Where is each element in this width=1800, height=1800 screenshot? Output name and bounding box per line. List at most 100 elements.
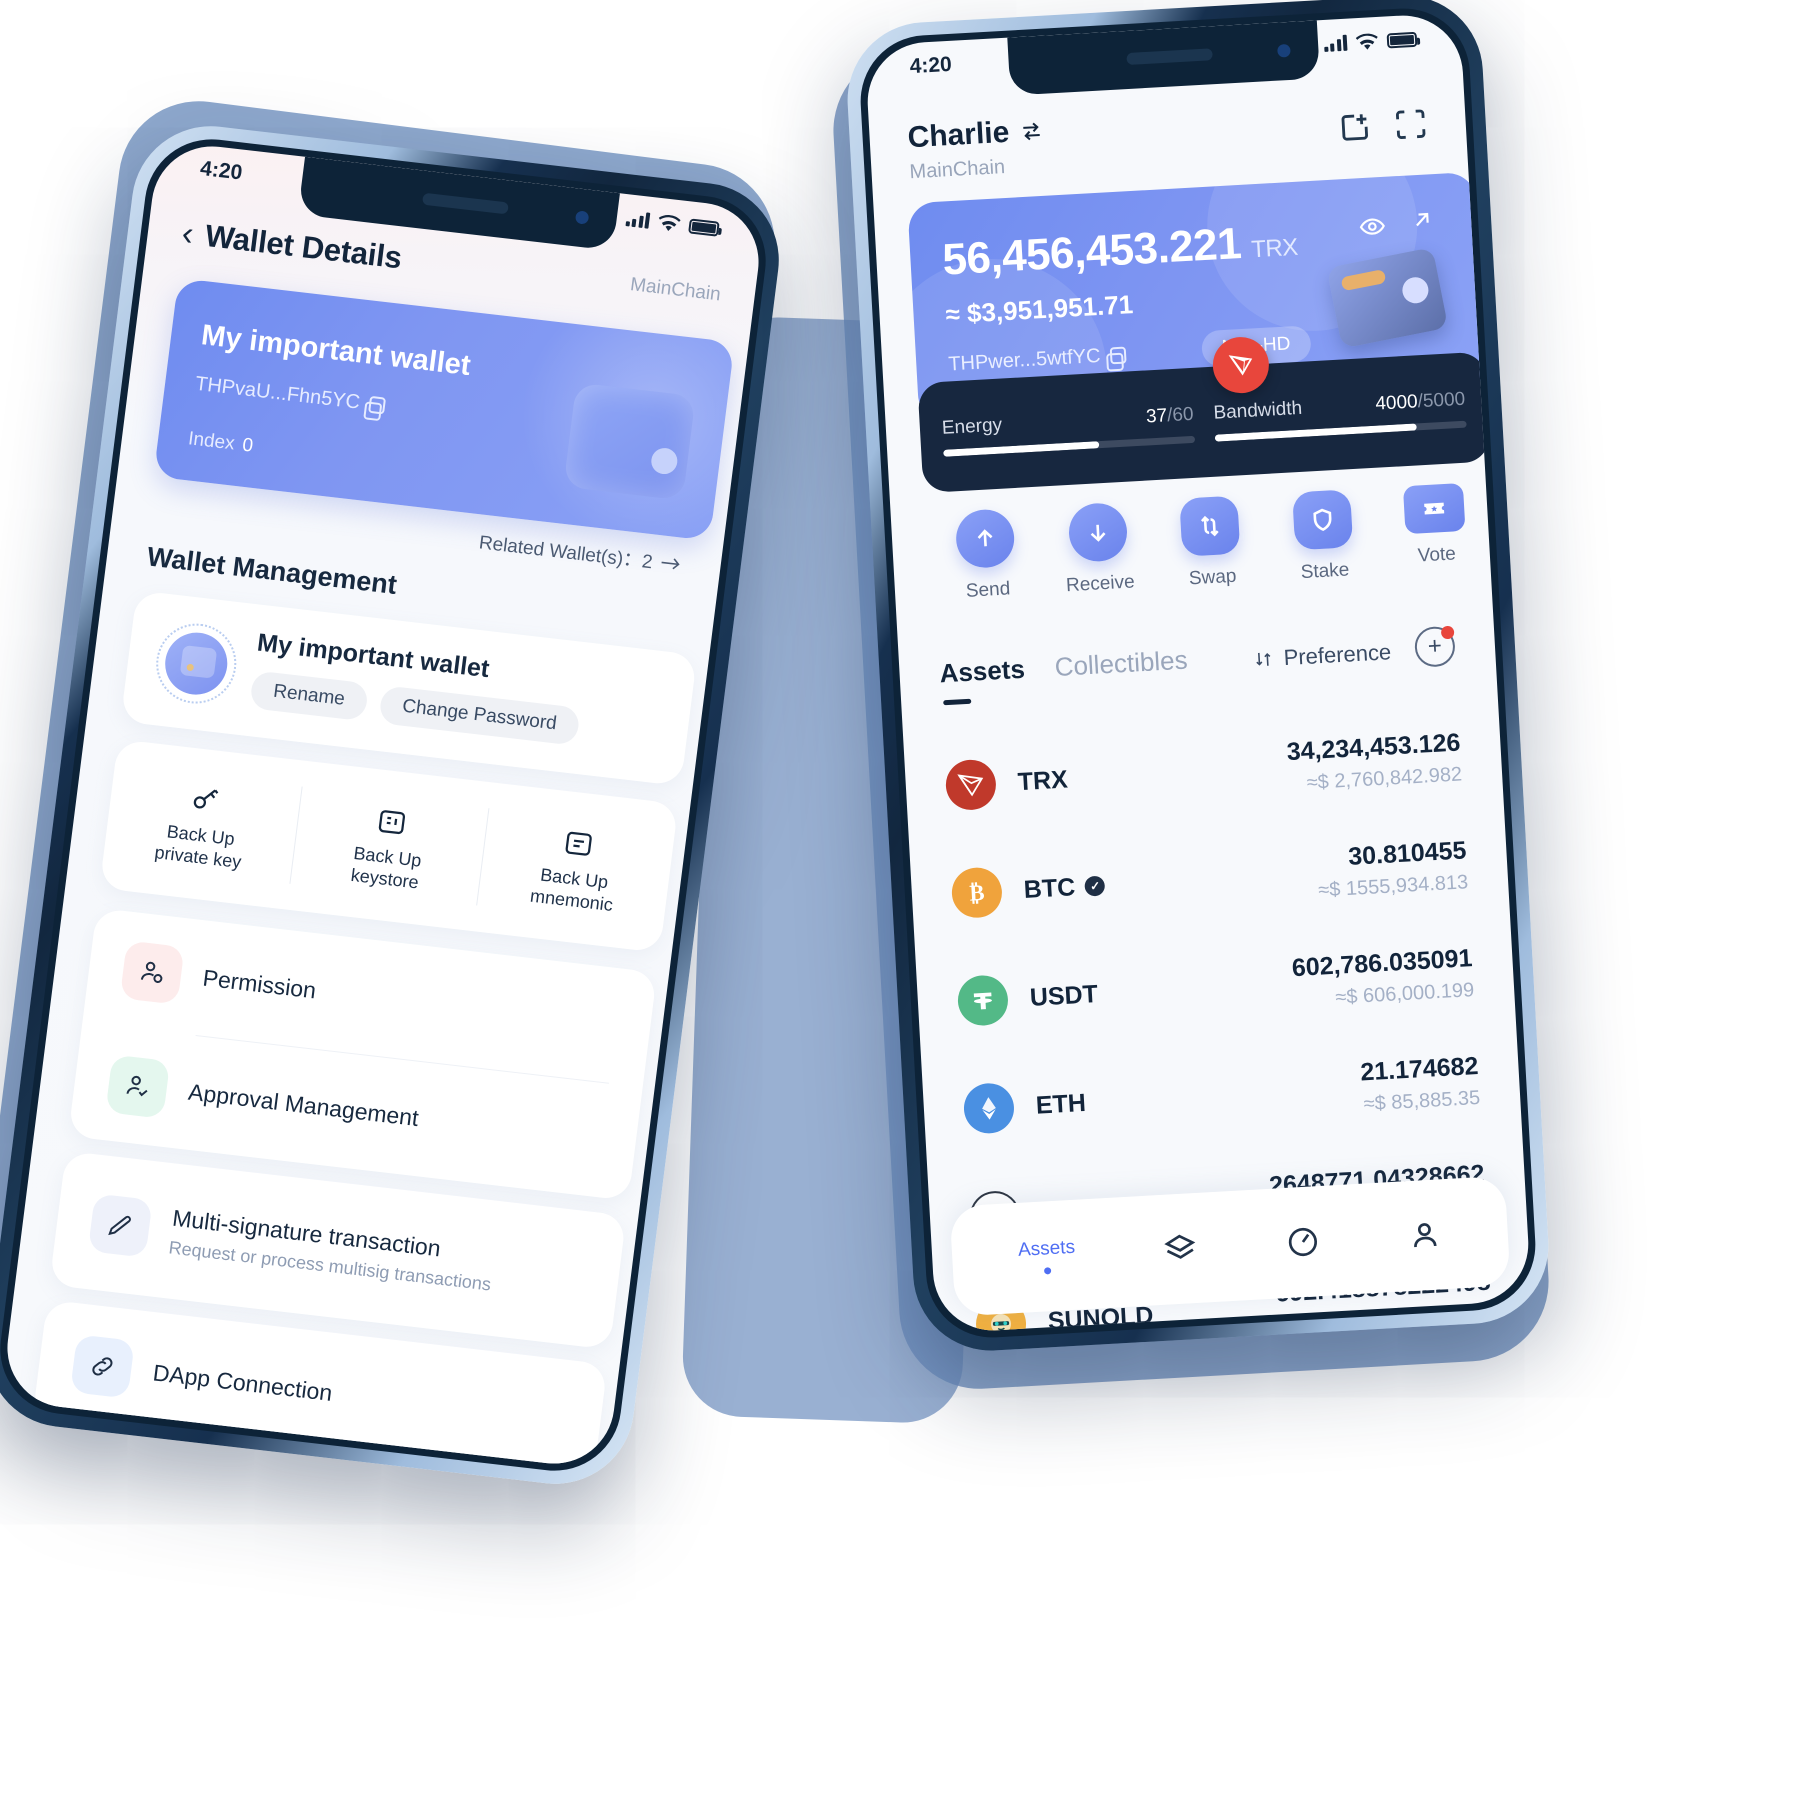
asset-amount: 34,234,453.126 bbox=[1285, 728, 1462, 767]
wifi-icon bbox=[658, 214, 681, 231]
energy-label: Energy bbox=[941, 414, 1003, 439]
bandwidth-progress bbox=[1214, 420, 1467, 442]
dapp-connection-label: DApp Connection bbox=[151, 1358, 334, 1406]
copy-icon[interactable] bbox=[1109, 346, 1127, 365]
action-vote[interactable]: Vote bbox=[1380, 482, 1491, 580]
phone-left-wallet-details: 4:20 ‹ Wallet Details MainChain My impor… bbox=[0, 117, 788, 1493]
pencil-icon bbox=[87, 1192, 153, 1258]
related-wallets-link[interactable]: Related Wallet(s)：2 bbox=[478, 527, 683, 577]
add-token-button[interactable]: + bbox=[1413, 625, 1456, 668]
front-camera bbox=[575, 210, 590, 225]
asset-amount: 602,786.035091 bbox=[1291, 944, 1474, 983]
nav-assets[interactable]: Assets bbox=[1017, 1237, 1076, 1276]
profile-icon bbox=[1413, 1223, 1437, 1248]
nav-discover[interactable] bbox=[1285, 1224, 1321, 1260]
shield-icon bbox=[1291, 489, 1353, 551]
keystore-icon bbox=[378, 810, 406, 835]
notch-right bbox=[1007, 20, 1320, 96]
sort-arrows-icon bbox=[1256, 652, 1271, 666]
rename-button[interactable]: Rename bbox=[249, 670, 369, 722]
mnemonic-icon bbox=[565, 831, 592, 856]
wallet-details-screen: 4:20 ‹ Wallet Details MainChain My impor… bbox=[0, 139, 766, 1471]
balance-unit: TRX bbox=[1250, 233, 1299, 264]
asset-usd: ≈$ 606,000.199 bbox=[1334, 979, 1475, 1009]
resource-bandwidth[interactable]: Bandwidth 4000/5000 bbox=[1212, 388, 1467, 442]
wallet-name: My important wallet bbox=[199, 319, 473, 383]
preference-button[interactable]: Preference bbox=[1253, 639, 1392, 673]
backup-keystore-button[interactable]: Back Up keystore bbox=[286, 761, 492, 931]
asset-symbol: ETH bbox=[1035, 1088, 1087, 1120]
chain-label[interactable]: MainChain bbox=[629, 274, 722, 306]
wallet-address-row[interactable]: THPvaU...Fhn5YC bbox=[194, 373, 386, 418]
discover-icon bbox=[1288, 1227, 1317, 1257]
bandwidth-label: Bandwidth bbox=[1212, 397, 1303, 424]
eye-icon[interactable] bbox=[1359, 213, 1387, 245]
battery-icon bbox=[1386, 31, 1418, 48]
svg-text:₿: ₿ bbox=[969, 880, 985, 906]
signal-bars-icon bbox=[624, 210, 651, 229]
link-icon bbox=[69, 1334, 135, 1399]
energy-progress bbox=[943, 435, 1196, 457]
signal-bars-icon bbox=[1323, 34, 1348, 52]
tether-icon bbox=[956, 974, 1010, 1027]
balance-amount: 56,456,453.221 bbox=[941, 218, 1243, 285]
verified-badge-icon: ✓ bbox=[1084, 875, 1106, 897]
asset-usd: ≈$ 85,885.35 bbox=[1363, 1086, 1481, 1116]
arrow-up-right-icon[interactable] bbox=[1408, 206, 1436, 238]
wallet-summary-card[interactable]: My important wallet THPvaU...Fhn5YC Inde… bbox=[153, 278, 735, 541]
ticket-icon bbox=[1402, 482, 1466, 535]
change-password-button[interactable]: Change Password bbox=[378, 685, 581, 746]
wallet-avatar-icon[interactable] bbox=[151, 619, 241, 708]
bandwidth-value: 4000 bbox=[1374, 390, 1419, 415]
action-send[interactable]: Send bbox=[931, 507, 1042, 605]
chain-label[interactable]: MainChain bbox=[909, 154, 1046, 185]
action-stake-label: Stake bbox=[1300, 559, 1350, 584]
bitcoin-icon: ₿ bbox=[950, 866, 1004, 920]
asset-usd: ≈$ 1555,934.813 bbox=[1317, 871, 1469, 902]
nav-profile[interactable] bbox=[1407, 1217, 1443, 1253]
tab-collectibles[interactable]: Collectibles bbox=[1054, 645, 1188, 683]
wifi-icon bbox=[1355, 33, 1378, 50]
tab-assets[interactable]: Assets bbox=[939, 654, 1026, 690]
energy-value: 37 bbox=[1145, 404, 1168, 427]
asset-symbol: USDT bbox=[1029, 979, 1099, 1012]
chevron-left-icon[interactable]: ‹ bbox=[180, 214, 196, 253]
add-box-icon[interactable] bbox=[1337, 109, 1373, 145]
screenshot-canvas: 4:20 ‹ Wallet Details MainChain My impor… bbox=[0, 0, 1800, 1800]
backup-private-key-button[interactable]: Back Up private key bbox=[99, 739, 305, 909]
action-swap[interactable]: Swap bbox=[1155, 494, 1266, 592]
arrow-up-icon bbox=[954, 508, 1016, 570]
approval-user-check-icon bbox=[105, 1054, 171, 1119]
nav-active-dot bbox=[1044, 1267, 1052, 1275]
arrow-right-icon bbox=[661, 557, 680, 569]
action-stake[interactable]: Stake bbox=[1268, 488, 1379, 586]
status-time: 4:20 bbox=[909, 52, 953, 79]
wallet-index: Index 0 bbox=[187, 428, 254, 457]
action-receive[interactable]: Receive bbox=[1043, 500, 1154, 598]
tron-logo-icon bbox=[944, 758, 998, 812]
action-receive-label: Receive bbox=[1065, 571, 1136, 597]
nav-assets-label: Assets bbox=[1017, 1236, 1076, 1261]
energy-max: 60 bbox=[1171, 403, 1195, 426]
key-icon bbox=[193, 789, 219, 809]
account-switcher[interactable]: Charlie bbox=[907, 114, 1044, 156]
bandwidth-max: 5000 bbox=[1422, 388, 1466, 412]
content-tabs: Assets Collectibles bbox=[939, 645, 1189, 690]
earpiece-speaker bbox=[1126, 48, 1214, 66]
section-title-wallet-management: Wallet Management bbox=[145, 541, 399, 601]
backup-mnemonic-button[interactable]: Back Up mnemonic bbox=[473, 782, 679, 952]
quick-actions: Send Receive Swap Stake Vote bbox=[917, 481, 1505, 605]
resource-energy[interactable]: Energy 37/60 bbox=[941, 403, 1196, 457]
index-label: Index bbox=[187, 428, 236, 455]
ethereum-icon bbox=[962, 1081, 1016, 1135]
page-title: Wallet Details bbox=[203, 217, 404, 276]
scan-qr-icon[interactable] bbox=[1393, 106, 1429, 142]
index-value: 0 bbox=[241, 434, 255, 457]
layers-icon bbox=[1164, 1234, 1196, 1259]
copy-icon[interactable] bbox=[367, 395, 386, 415]
phone-right-bezel: 4:20 Charlie MainChain 56,456,453.221 TR… bbox=[857, 4, 1539, 1342]
wallet-illustration-icon bbox=[563, 382, 696, 501]
nav-layers[interactable] bbox=[1163, 1231, 1199, 1267]
asset-symbol: TRX bbox=[1017, 764, 1069, 796]
permission-label: Permission bbox=[201, 964, 318, 1004]
